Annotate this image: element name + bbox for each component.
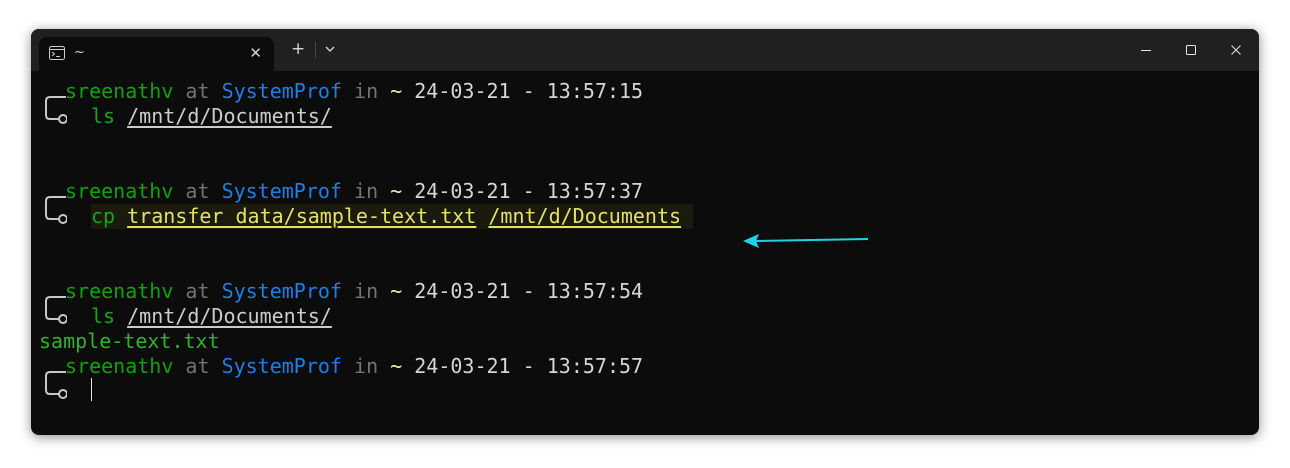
command-line: ls /mnt/d/Documents/ [91,304,332,329]
command: ls [91,104,116,128]
prompt-host: SystemProf [221,279,342,303]
prompt-at: at [185,79,210,103]
prompt-at: at [185,179,210,203]
prompt-dash: - [522,279,535,303]
prompt-user: sreenathv [65,279,174,303]
tab-title: ~ [74,45,85,60]
prompt-in: in [354,179,379,203]
command-arg-source: transfer_data/sample-text.txt [127,204,477,228]
terminal-window: ~ ✕ + sreenathv at SystemProf in ~ 24-03… [31,29,1259,435]
tab-home[interactable]: ~ ✕ [39,37,274,71]
minimize-icon[interactable] [1137,41,1155,59]
command-line: ls /mnt/d/Documents/ [91,104,332,129]
prompt-dash: - [522,79,535,103]
prompt-time: 13:57:15 [546,79,644,103]
prompt-date: 24-03-21 [414,354,511,378]
tab-close-button[interactable]: ✕ [249,44,262,62]
prompt-in: in [354,354,379,378]
prompt-bracket-icon [45,296,67,324]
prompt-dir: ~ [390,179,403,203]
command: cp [91,204,116,228]
prompt-in: in [354,79,379,103]
prompt-header: sreenathv at SystemProf in ~ 24-03-21 - … [65,79,643,104]
prompt-in: in [354,279,379,303]
prompt-host: SystemProf [221,179,342,203]
prompt-user: sreenathv [65,354,174,378]
command-arg-destination: /mnt/d/Documents [488,204,682,228]
command-line: cp transfer_data/sample-text.txt /mnt/d/… [91,204,694,229]
prompt-at: at [185,354,210,378]
prompt-time: 13:57:54 [546,279,644,303]
arrow-icon [743,234,869,248]
close-icon[interactable] [1227,41,1245,59]
prompt-host: SystemProf [221,79,342,103]
text-cursor [91,378,92,401]
prompt-time: 13:57:57 [546,354,644,378]
command-arg: /mnt/d/Documents/ [127,304,332,328]
maximize-icon[interactable] [1182,41,1200,59]
prompt-user: sreenathv [65,79,174,103]
command: ls [91,304,116,328]
terminal-icon [49,46,65,60]
chevron-down-icon[interactable] [323,41,337,57]
prompt-bracket-icon [45,96,67,124]
prompt-user: sreenathv [65,179,174,203]
prompt-dash: - [522,179,535,203]
prompt-header: sreenathv at SystemProf in ~ 24-03-21 - … [65,354,643,379]
command-arg: /mnt/d/Documents/ [127,104,332,128]
prompt-dir: ~ [390,354,403,378]
command-output: sample-text.txt [39,329,220,353]
prompt-date: 24-03-21 [414,279,511,303]
prompt-dir: ~ [390,79,403,103]
prompt-bracket-icon [45,371,67,399]
prompt-header: sreenathv at SystemProf in ~ 24-03-21 - … [65,179,643,204]
prompt-dir: ~ [390,279,403,303]
prompt-date: 24-03-21 [414,179,511,203]
prompt-dash: - [522,354,535,378]
terminal-content[interactable]: sreenathv at SystemProf in ~ 24-03-21 - … [31,71,1259,435]
prompt-date: 24-03-21 [414,79,511,103]
prompt-host: SystemProf [221,354,342,378]
prompt-bracket-icon [45,196,67,224]
prompt-at: at [185,279,210,303]
title-bar: ~ ✕ + [31,29,1259,71]
prompt-time: 13:57:37 [546,179,644,203]
tab-separator [315,42,316,59]
new-tab-button[interactable]: + [291,41,305,58]
prompt-header: sreenathv at SystemProf in ~ 24-03-21 - … [65,279,643,304]
